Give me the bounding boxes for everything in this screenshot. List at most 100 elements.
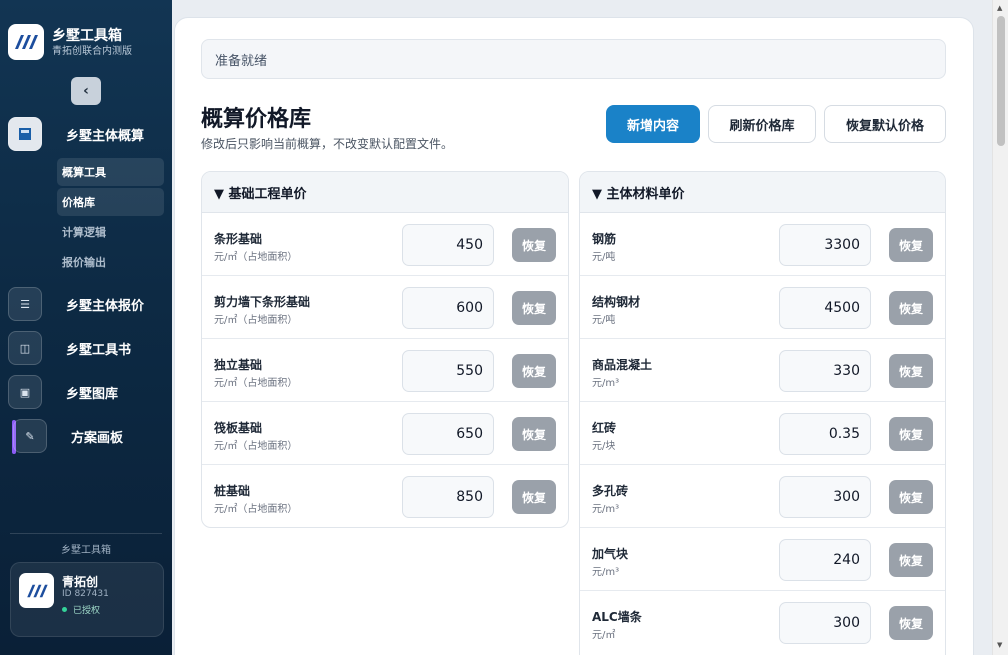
subnav-price-library[interactable]: 价格库 [57, 188, 164, 216]
price-input[interactable] [779, 224, 871, 266]
scroll-up-icon[interactable]: ▲ [997, 4, 1002, 12]
refresh-price-library-button[interactable]: 刷新价格库 [708, 105, 816, 143]
item-unit: 元/㎡（占地面积） [214, 378, 298, 389]
avatar [19, 573, 54, 608]
item-name: ALC墙条 [592, 610, 642, 624]
nav-item-estimate[interactable]: 乡墅主体概算 [8, 116, 144, 152]
price-input[interactable] [779, 602, 871, 644]
status-bar: 准备就绪 [201, 39, 946, 79]
price-row: ALC墙条元/㎡ 恢复 [580, 591, 945, 654]
price-row: 桩基础元/㎡（占地面积） 恢复 [202, 465, 568, 527]
status-dot-icon [62, 607, 67, 612]
item-unit: 元/m³ [592, 567, 620, 578]
page-scrollbar[interactable]: ▲ ▼ [992, 0, 1008, 655]
sidebar: 乡墅工具箱 青拓创联合内测版 ‹ 乡墅主体概算 概算工具 价格库 计算逻辑 报价… [0, 0, 172, 655]
price-row: 独立基础元/㎡（占地面积） 恢复 [202, 339, 568, 402]
price-input[interactable] [402, 287, 494, 329]
reset-button[interactable]: 恢复 [889, 417, 933, 451]
collapse-sidebar-button[interactable]: ‹ [71, 77, 101, 105]
item-unit: 元/㎡（占地面积） [214, 315, 298, 326]
item-unit: 元/㎡（占地面积） [214, 441, 298, 452]
status-text: 已授权 [73, 606, 101, 616]
brand-subtitle: 青拓创联合内测版 [52, 45, 132, 57]
price-row: 钢筋元/吨 恢复 [580, 213, 945, 276]
item-unit: 元/块 [592, 441, 616, 452]
reset-button[interactable]: 恢复 [512, 417, 556, 451]
price-row: 商品混凝土元/m³ 恢复 [580, 339, 945, 402]
price-input[interactable] [779, 350, 871, 392]
reset-default-prices-button[interactable]: 恢复默认价格 [824, 105, 946, 143]
price-row: 多孔砖元/m³ 恢复 [580, 465, 945, 528]
main-content: 准备就绪 概算价格库 修改后只影响当前概算，不改变默认配置文件。 新增内容 刷新… [172, 0, 992, 655]
reset-button[interactable]: 恢复 [889, 228, 933, 262]
item-name: 红砖 [592, 421, 617, 435]
section-header[interactable]: ▼ 主体材料单价 [580, 172, 945, 213]
subnav-calc-logic[interactable]: 计算逻辑 [57, 218, 164, 246]
price-row: 条形基础元/㎡（占地面积） 恢复 [202, 213, 568, 276]
nav-label: 乡墅主体报价 [66, 298, 145, 314]
nav-item-quote[interactable]: ☰ 乡墅主体报价 [8, 286, 144, 322]
price-input[interactable] [779, 476, 871, 518]
reset-button[interactable]: 恢复 [512, 354, 556, 388]
reset-button[interactable]: 恢复 [512, 228, 556, 262]
list-icon: ☰ [8, 287, 42, 321]
brand: 乡墅工具箱 青拓创联合内测版 [8, 24, 132, 60]
pencil-icon: ✎ [13, 419, 47, 453]
item-name: 剪力墙下条形基础 [214, 295, 311, 309]
user-id: ID 827431 [62, 589, 109, 599]
nav-item-sketchboard[interactable]: ✎ 方案画板 [13, 418, 123, 454]
nav-label: 乡墅工具书 [66, 342, 132, 358]
chevron-left-icon: ‹ [83, 83, 89, 99]
reset-button[interactable]: 恢复 [889, 606, 933, 640]
price-input[interactable] [779, 413, 871, 455]
item-name: 加气块 [592, 547, 629, 561]
scroll-down-icon[interactable]: ▼ [997, 641, 1002, 649]
price-input[interactable] [402, 476, 494, 518]
material-prices-card: ▼ 主体材料单价 钢筋元/吨恢复结构钢材元/吨恢复商品混凝土元/m³恢复红砖元/… [579, 171, 946, 655]
item-unit: 元/m³ [592, 378, 620, 389]
price-row: 结构钢材元/吨 恢复 [580, 276, 945, 339]
item-unit: 元/㎡ [592, 630, 616, 641]
foundation-prices-card: ▼ 基础工程单价 条形基础元/㎡（占地面积）恢复剪力墙下条形基础元/㎡（占地面积… [201, 171, 569, 528]
item-name: 多孔砖 [592, 484, 629, 498]
item-name: 筏板基础 [214, 421, 263, 435]
item-name: 独立基础 [214, 358, 263, 372]
nav-item-gallery[interactable]: ▣ 乡墅图库 [8, 374, 118, 410]
price-input[interactable] [402, 224, 494, 266]
reset-button[interactable]: 恢复 [889, 354, 933, 388]
brand-title: 乡墅工具箱 [52, 27, 122, 44]
user-name: 青拓创 [62, 575, 99, 589]
price-input[interactable] [779, 287, 871, 329]
nav-label: 乡墅图库 [66, 386, 119, 402]
subnav-estimate-tool[interactable]: 概算工具 [57, 158, 164, 186]
item-name: 桩基础 [214, 484, 251, 498]
sidebar-footer-label: 乡墅工具箱 [61, 545, 111, 556]
item-name: 结构钢材 [592, 295, 641, 309]
reset-button[interactable]: 恢复 [889, 291, 933, 325]
item-name: 钢筋 [592, 232, 617, 246]
scroll-thumb[interactable] [997, 16, 1005, 146]
nav-label: 方案画板 [71, 430, 124, 446]
item-unit: 元/吨 [592, 315, 616, 326]
price-input[interactable] [402, 413, 494, 455]
item-name: 商品混凝土 [592, 358, 653, 372]
price-row: 筏板基础元/㎡（占地面积） 恢复 [202, 402, 568, 465]
reset-button[interactable]: 恢复 [889, 480, 933, 514]
user-card[interactable]: 青拓创 ID 827431 已授权 [10, 562, 164, 637]
license-status: 已授权 [62, 603, 100, 616]
section-header[interactable]: ▼ 基础工程单价 [202, 172, 568, 213]
reset-button[interactable]: 恢复 [512, 480, 556, 514]
nav-item-handbook[interactable]: ◫ 乡墅工具书 [8, 330, 131, 366]
reset-button[interactable]: 恢复 [512, 291, 556, 325]
price-input[interactable] [779, 539, 871, 581]
reset-button[interactable]: 恢复 [889, 543, 933, 577]
image-icon: ▣ [8, 375, 42, 409]
item-unit: 元/m³ [592, 504, 620, 515]
subnav-quote-output[interactable]: 报价输出 [57, 248, 164, 276]
page-title: 概算价格库 [201, 107, 312, 132]
add-content-button[interactable]: 新增内容 [606, 105, 700, 143]
page-subtitle: 修改后只影响当前概算，不改变默认配置文件。 [201, 137, 454, 151]
price-input[interactable] [402, 350, 494, 392]
item-unit: 元/吨 [592, 252, 616, 263]
nav-label: 乡墅主体概算 [66, 128, 145, 144]
